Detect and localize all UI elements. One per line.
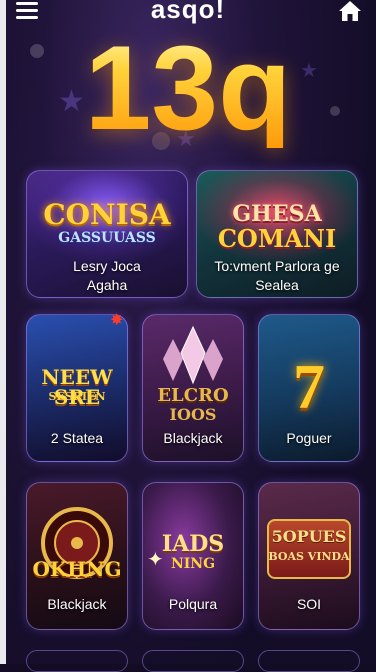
crystal-icon <box>163 325 223 385</box>
game-title: SOI <box>296 596 322 612</box>
game-logo: OKHNG <box>32 557 122 581</box>
featured-game-card[interactable]: CONISA GASSUUASS Lesry Joca Agaha <box>26 170 188 298</box>
game-logo: ELCRO <box>157 385 229 406</box>
game-card-peek[interactable] <box>26 650 128 672</box>
game-title: Poguer <box>286 430 332 446</box>
game-card[interactable]: 5OPUES BOAS VINDA SOI <box>258 482 360 630</box>
game-title: Blackjack <box>47 596 107 612</box>
game-card[interactable]: OKHNG Blackjack <box>26 482 128 630</box>
game-logo: GHESA <box>232 201 322 227</box>
game-card-peek[interactable] <box>258 650 360 672</box>
game-title: Lesry Joca Agaha <box>73 258 141 293</box>
hero-jackpot-number: 13q <box>0 28 376 148</box>
game-logo-sub: COMANI <box>217 224 337 253</box>
game-card[interactable]: 7 Poguer <box>258 314 360 462</box>
game-title: To:vment Parlora ge Sealea <box>214 258 340 293</box>
lucky-seven-logo: 7 <box>293 351 325 422</box>
game-logo-sub: SESRIEN <box>48 390 106 403</box>
game-card-peek[interactable] <box>142 650 244 672</box>
game-logo: 5OPUES <box>271 527 347 546</box>
home-icon[interactable] <box>338 0 362 22</box>
game-logo: CONISA <box>43 198 171 231</box>
game-logo-sub: GASSUUASS <box>58 230 156 246</box>
game-title: 2 Statea <box>50 430 104 446</box>
sparkle-icon: ✦ <box>147 549 164 571</box>
game-title: Blackjack <box>163 430 223 446</box>
spark-icon: ✸ <box>110 312 124 329</box>
game-card[interactable]: ELCRO IOOS Blackjack <box>142 314 244 462</box>
featured-game-card[interactable]: GHESA COMANI To:vment Parlora ge Sealea <box>196 170 358 298</box>
game-logo-sub: IOOS <box>169 405 217 424</box>
game-card[interactable]: IADS NING ✦ Polqura <box>142 482 244 630</box>
game-card[interactable]: NEEW SRE SESRIEN 2 Statea <box>26 314 128 462</box>
game-title: Polqura <box>168 596 218 612</box>
game-logo-sub: BOAS VINDA <box>268 550 350 563</box>
